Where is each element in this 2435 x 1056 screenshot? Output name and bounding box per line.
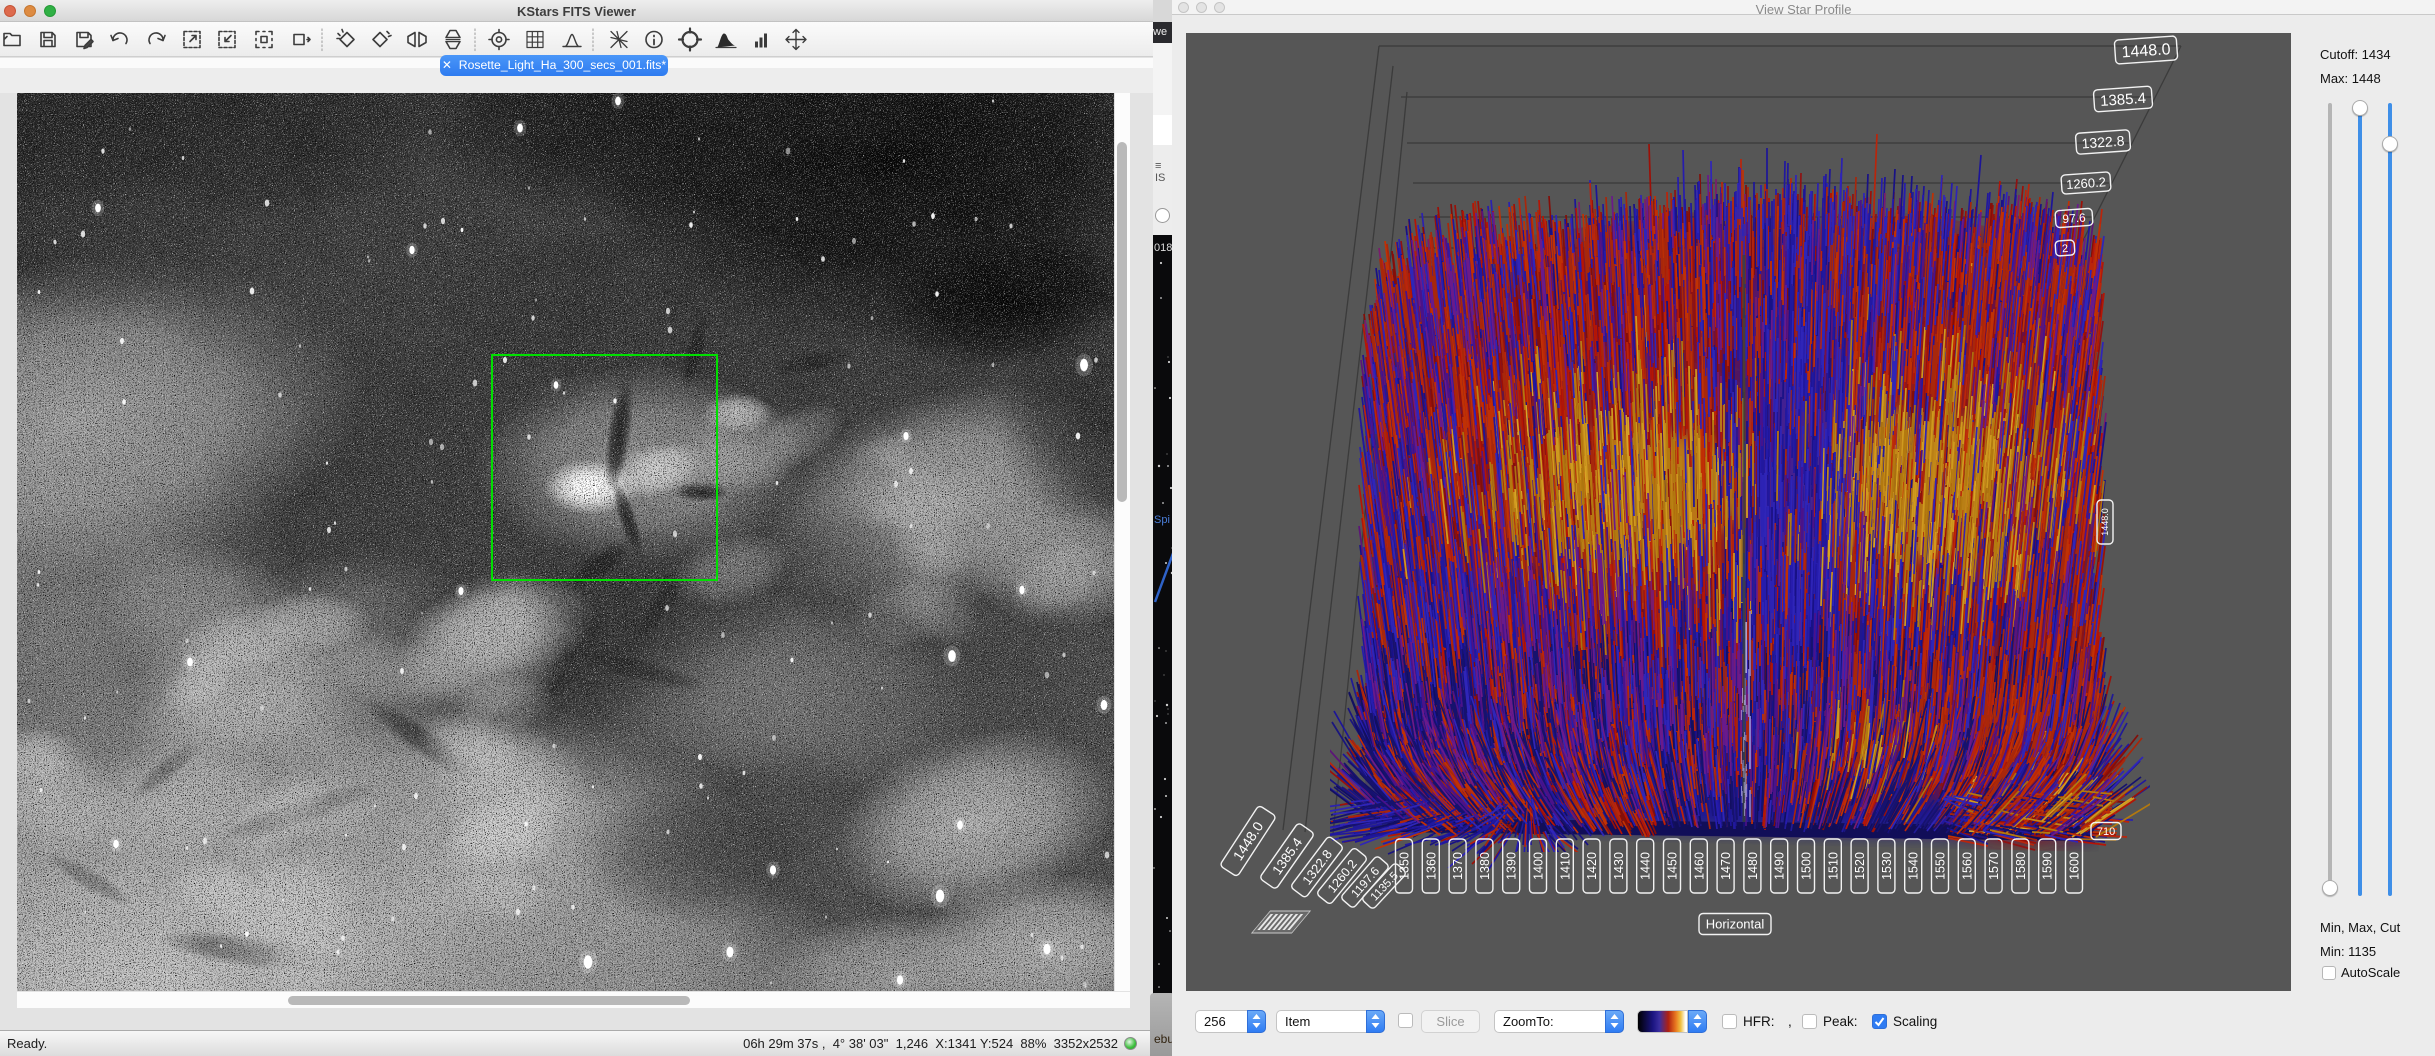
- svg-text:1440: 1440: [1639, 852, 1653, 880]
- svg-text:1360: 1360: [1424, 852, 1438, 880]
- svg-text:1380: 1380: [1478, 852, 1492, 880]
- svg-text:1480: 1480: [1746, 852, 1760, 880]
- svg-text:1385.4: 1385.4: [2100, 90, 2147, 110]
- svg-text:1570: 1570: [1987, 852, 2001, 880]
- svg-text:2: 2: [2062, 243, 2069, 255]
- svg-text:710: 710: [2097, 826, 2115, 838]
- svg-text:1322.8: 1322.8: [2081, 133, 2125, 152]
- svg-text:1450: 1450: [1666, 852, 1680, 880]
- svg-text:Horizontal: Horizontal: [1706, 917, 1765, 932]
- svg-text:1560: 1560: [1960, 852, 1974, 880]
- svg-text:1500: 1500: [1800, 852, 1814, 880]
- svg-text:97.6: 97.6: [2062, 210, 2087, 226]
- svg-text:1600: 1600: [2068, 852, 2082, 880]
- svg-text:1350: 1350: [1398, 852, 1412, 880]
- svg-text:1430: 1430: [1612, 852, 1626, 880]
- svg-text:1420: 1420: [1585, 852, 1599, 880]
- svg-text:1490: 1490: [1773, 852, 1787, 880]
- svg-text:1370: 1370: [1451, 852, 1465, 880]
- svg-text:1448.0: 1448.0: [2121, 41, 2171, 61]
- svg-text:1400: 1400: [1532, 852, 1546, 880]
- svg-text:1410: 1410: [1558, 852, 1572, 880]
- svg-text:1550: 1550: [1934, 852, 1948, 880]
- svg-text:1460: 1460: [1692, 852, 1706, 880]
- svg-text:1530: 1530: [1880, 852, 1894, 880]
- svg-text:1448.0: 1448.0: [2100, 508, 2110, 536]
- svg-text:1540: 1540: [1907, 852, 1921, 880]
- svg-text:1520: 1520: [1853, 852, 1867, 880]
- svg-text:1470: 1470: [1719, 852, 1733, 880]
- svg-text:1580: 1580: [2014, 852, 2028, 880]
- svg-text:1510: 1510: [1826, 852, 1840, 880]
- svg-text:1590: 1590: [2041, 852, 2055, 880]
- svg-text:1390: 1390: [1505, 852, 1519, 880]
- svg-text:1260.2: 1260.2: [2066, 174, 2107, 192]
